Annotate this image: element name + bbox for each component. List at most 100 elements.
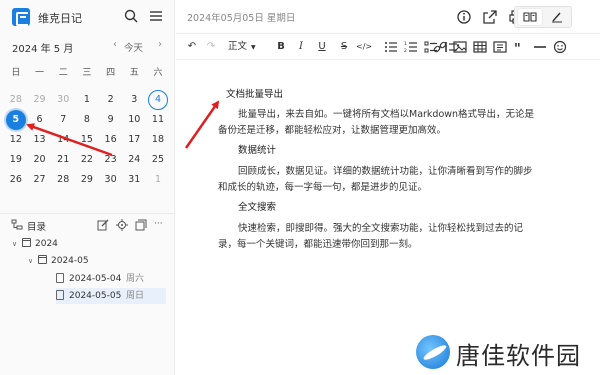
emoji-icon[interactable] xyxy=(553,40,567,54)
calendar-icon xyxy=(38,255,47,264)
calendar-week: 19 20 21 22 23 24 25 xyxy=(4,150,170,170)
weekday-label: 日 xyxy=(11,68,21,78)
italic-button[interactable]: I xyxy=(295,40,307,54)
calendar-day[interactable]: 29 xyxy=(28,90,52,110)
calendar-day[interactable]: 1 xyxy=(75,90,99,110)
menu-icon[interactable] xyxy=(148,8,164,24)
calendar-day[interactable]: 1 xyxy=(146,170,170,190)
next-month-icon[interactable]: › xyxy=(158,39,162,50)
calendar-day-selected[interactable]: 5 xyxy=(4,110,28,130)
table-icon[interactable] xyxy=(473,40,487,54)
heading-batch-export: 文档批量导出 xyxy=(226,89,284,100)
calendar-day[interactable]: 31 xyxy=(122,170,146,190)
link-icon[interactable] xyxy=(433,40,447,54)
today-button[interactable]: 今天 xyxy=(124,40,143,54)
edit-mode-button[interactable] xyxy=(545,9,569,25)
calendar-day[interactable]: 25 xyxy=(146,150,170,170)
tree-entry-weekday: 周六 xyxy=(126,274,145,284)
calendar-day[interactable]: 30 xyxy=(51,90,75,110)
calendar-day[interactable]: 16 xyxy=(99,130,123,150)
calendar-day[interactable]: 22 xyxy=(75,150,99,170)
locate-icon[interactable] xyxy=(116,219,128,231)
chevron-down-icon: ∨ xyxy=(28,257,34,265)
tree-entry-item-active[interactable]: 2024-05-05 周日 xyxy=(56,288,166,304)
calendar-day[interactable]: 21 xyxy=(51,150,75,170)
calendar-day[interactable]: 11 xyxy=(146,110,170,130)
calendar-day[interactable]: 2 xyxy=(99,90,123,110)
editor-content[interactable]: 文档批量导出 批量导出，来去自如。一键将所有文档以Markdown格式导出，无论… xyxy=(176,61,600,375)
tree-entry-date: 2024-05-04 xyxy=(69,274,122,284)
quote-mark-icon[interactable]: " xyxy=(513,40,527,54)
calendar-day[interactable]: 6 xyxy=(28,110,52,130)
calendar-day[interactable]: 12 xyxy=(4,130,28,150)
calendar-day[interactable]: 28 xyxy=(4,90,28,110)
calendar-day[interactable]: 30 xyxy=(99,170,123,190)
tree-month-item[interactable]: ∨ 2024-05 xyxy=(28,253,172,269)
calendar-day[interactable]: 14 xyxy=(51,130,75,150)
app-logo-icon xyxy=(12,8,30,26)
code-button[interactable]: </> xyxy=(356,40,372,54)
calendar-day[interactable]: 3 xyxy=(122,90,146,110)
heading-fulltext-search: 全文搜索 xyxy=(238,202,277,213)
redo-icon[interactable]: ↷ xyxy=(205,40,217,54)
calendar-day[interactable]: 24 xyxy=(122,150,146,170)
undo-icon[interactable]: ↶ xyxy=(186,40,198,54)
watermark: 唐佳软件园 xyxy=(416,334,596,370)
tree-month-label: 2024-05 xyxy=(51,256,89,266)
collapse-icon[interactable] xyxy=(135,219,147,231)
paragraph-line: 回顾成长，数据见证。详细的数据统计功能，让你清晰看到写作的脚步 xyxy=(238,166,533,177)
calendar-day[interactable]: 26 xyxy=(4,170,28,190)
calendar-day[interactable]: 19 xyxy=(4,150,28,170)
info-icon[interactable] xyxy=(456,9,472,25)
calendar-day[interactable]: 13 xyxy=(28,130,52,150)
calendar-day-label: 4 xyxy=(147,90,168,110)
calendar-day[interactable]: 20 xyxy=(28,150,52,170)
calendar-day[interactable]: 29 xyxy=(75,170,99,190)
underline-button[interactable]: U xyxy=(316,40,328,54)
document-icon xyxy=(56,290,64,300)
toc-title: 目录 xyxy=(27,222,47,233)
edit-icon[interactable] xyxy=(97,219,109,231)
calendar-day[interactable]: 23 xyxy=(99,150,123,170)
weekday-label: 五 xyxy=(129,68,139,78)
paragraph-style-select[interactable]: 正文 ▼ xyxy=(228,40,258,54)
calendar-day[interactable]: 15 xyxy=(75,130,99,150)
divider-icon[interactable] xyxy=(533,40,547,54)
format-toolbar: ↶ ↷ 正文 ▼ B I U S </> 12 " xyxy=(176,34,600,60)
book-icon xyxy=(523,12,537,22)
weekday-row: 日 一 二 三 四 五 六 xyxy=(4,66,170,86)
calendar-day[interactable]: 18 xyxy=(146,130,170,150)
prev-month-icon[interactable]: ‹ xyxy=(113,39,117,50)
paragraph-line: 备份还是迁移，都能轻松应对，让数据管理更加高效。 xyxy=(218,125,447,136)
tree-entry-item[interactable]: 2024-05-04 周六 xyxy=(56,271,166,287)
image-icon[interactable] xyxy=(453,40,467,54)
pen-icon xyxy=(552,12,562,23)
calendar-icon xyxy=(22,238,31,247)
top-bar: 2024年05月05日 星期日 xyxy=(176,0,600,34)
calendar-day[interactable]: 9 xyxy=(99,110,123,130)
calendar-day[interactable]: 10 xyxy=(122,110,146,130)
svg-text:": " xyxy=(514,42,521,54)
sidebar: 维克日记 2024 年 5 月 ‹ 今天 › 日 一 二 三 四 五 六 28 … xyxy=(0,0,175,375)
weekday-label: 二 xyxy=(58,68,68,78)
paragraph-line: 批量导出，来去自如。一键将所有文档以Markdown格式导出，无论是 xyxy=(238,109,535,120)
watermark-text: 唐佳软件园 xyxy=(456,342,581,370)
weekday-label: 四 xyxy=(106,68,116,78)
export-icon[interactable] xyxy=(482,9,498,25)
calendar-day-today[interactable]: 4 xyxy=(146,90,170,110)
bullet-list-icon[interactable] xyxy=(384,40,398,54)
search-icon[interactable] xyxy=(123,8,139,24)
calendar-day[interactable]: 7 xyxy=(51,110,75,130)
code-block-icon[interactable] xyxy=(493,40,507,54)
calendar-day[interactable]: 17 xyxy=(122,130,146,150)
calendar-day[interactable]: 27 xyxy=(28,170,52,190)
calendar-day[interactable]: 8 xyxy=(75,110,99,130)
read-mode-button[interactable] xyxy=(518,9,542,25)
calendar-day[interactable]: 28 xyxy=(51,170,75,190)
strikethrough-button[interactable]: S xyxy=(338,40,350,54)
paragraph-line: 快速检索，即搜即得。强大的全文搜索功能，让你轻松找到过去的记 xyxy=(238,223,524,234)
tree-year-item[interactable]: ∨ 2024 xyxy=(12,236,172,252)
bold-button[interactable]: B xyxy=(275,40,287,54)
more-icon[interactable]: ··· xyxy=(154,219,166,231)
ordered-list-icon[interactable]: 12 xyxy=(404,40,418,54)
